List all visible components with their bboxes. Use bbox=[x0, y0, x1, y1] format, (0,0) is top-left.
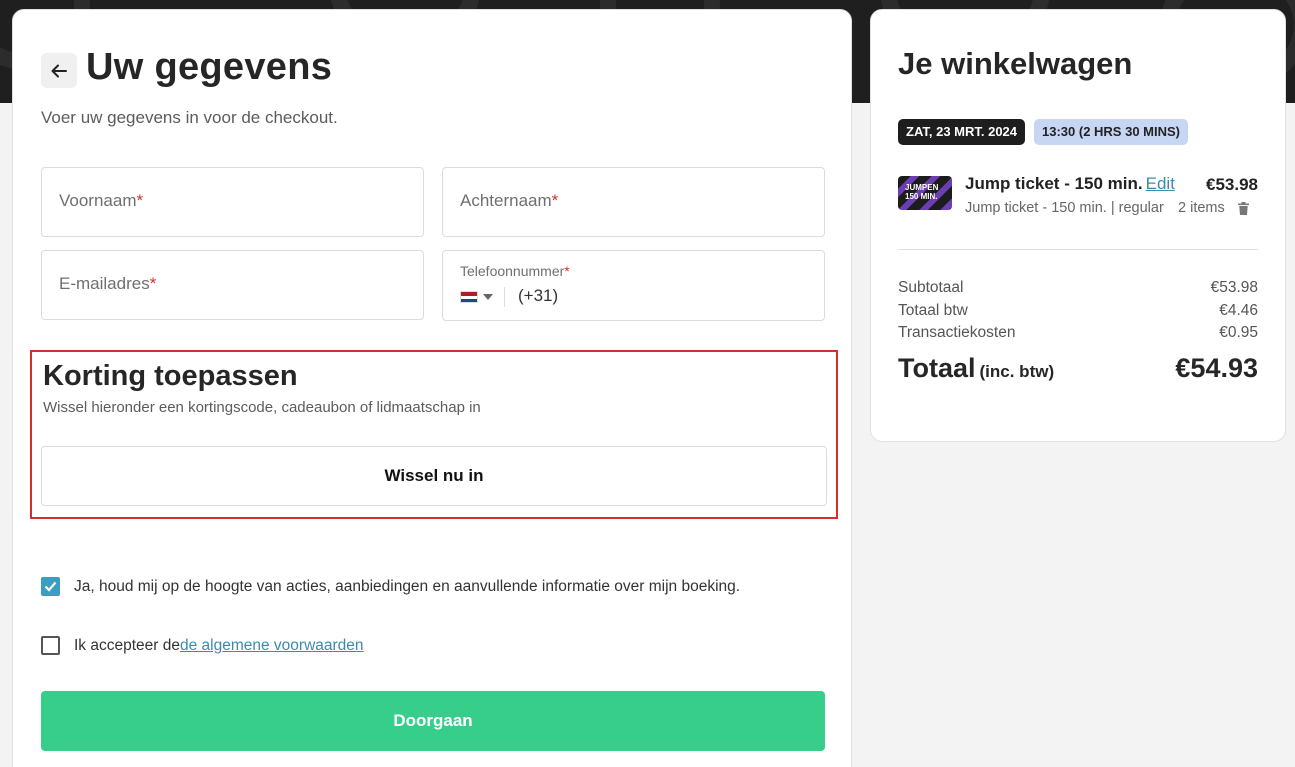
newsletter-text: Ja, houd mij op de hoogte van acties, aa… bbox=[74, 577, 741, 595]
continue-button[interactable]: Doorgaan bbox=[41, 691, 825, 751]
dial-code: (+31) bbox=[518, 286, 559, 305]
caret-down-icon[interactable] bbox=[483, 294, 493, 300]
page-subtitle: Voer uw gegevens in voor de checkout. bbox=[41, 108, 338, 127]
cart-title: Je winkelwagen bbox=[898, 46, 1133, 81]
cart-item-price: €53.98 bbox=[1206, 175, 1258, 194]
remove-item-button[interactable] bbox=[1238, 202, 1249, 220]
details-form-card: Uw gegevens Voer uw gegevens in voor de … bbox=[12, 9, 852, 767]
total-label: Totaal bbox=[898, 353, 976, 383]
page-title: Uw gegevens bbox=[86, 46, 333, 88]
arrow-left-icon bbox=[51, 64, 67, 77]
phone-divider bbox=[504, 287, 505, 307]
newsletter-consent: Ja, houd mij op de hoogte van acties, aa… bbox=[41, 577, 740, 596]
total-value: €54.93 bbox=[1175, 353, 1258, 383]
check-icon bbox=[44, 581, 57, 592]
netherlands-flag-icon[interactable] bbox=[460, 291, 478, 303]
summary-row-vat: Totaal btw €4.46 bbox=[898, 302, 1258, 319]
first-name-label: Voornaam* bbox=[59, 191, 144, 210]
redeem-button[interactable]: Wissel nu in bbox=[41, 446, 827, 506]
phone-field[interactable]: Telefoonnummer* (+31) bbox=[442, 250, 825, 321]
cart-card: Je winkelwagen ZAT, 23 MRT. 2024 13:30 (… bbox=[870, 9, 1286, 442]
summary-row-fees: Transactiekosten €0.95 bbox=[898, 324, 1258, 341]
total-note: (inc. btw) bbox=[979, 362, 1055, 381]
newsletter-checkbox[interactable] bbox=[41, 577, 60, 596]
cart-item-description: Jump ticket - 150 min. | regular bbox=[965, 200, 1164, 216]
summary-row-subtotal: Subtotaal €53.98 bbox=[898, 279, 1258, 296]
terms-text: Ik accepteer dede algemene voorwaarden bbox=[74, 636, 364, 654]
last-name-field[interactable]: Achternaam* bbox=[442, 167, 825, 237]
discount-section: Korting toepassen Wissel hieronder een k… bbox=[30, 350, 838, 519]
ticket-thumbnail: JUMPEN 150 MIN. bbox=[898, 176, 952, 210]
first-name-field[interactable]: Voornaam* bbox=[41, 167, 424, 237]
trash-icon bbox=[1238, 202, 1249, 215]
terms-checkbox[interactable] bbox=[41, 636, 60, 655]
total-row: Totaal (inc. btw) €54.93 bbox=[898, 353, 1258, 384]
discount-title: Korting toepassen bbox=[43, 360, 298, 392]
edit-link[interactable]: Edit bbox=[1146, 174, 1175, 193]
terms-link[interactable]: de algemene voorwaarden bbox=[180, 637, 364, 654]
cart-divider bbox=[898, 249, 1258, 250]
time-badge: 13:30 (2 HRS 30 MINS) bbox=[1034, 119, 1188, 145]
discount-subtitle: Wissel hieronder een kortingscode, cadea… bbox=[43, 399, 481, 416]
cart-item-name: Jump ticket - 150 min. Edit bbox=[965, 174, 1175, 193]
terms-consent: Ik accepteer dede algemene voorwaarden bbox=[41, 636, 364, 655]
cart-item-quantity: 2 items bbox=[1178, 200, 1225, 216]
back-button[interactable] bbox=[41, 53, 77, 88]
last-name-label: Achternaam* bbox=[460, 191, 559, 210]
ticket-thumbnail-text: JUMPEN 150 MIN. bbox=[905, 183, 939, 201]
date-badge: ZAT, 23 MRT. 2024 bbox=[898, 119, 1026, 145]
email-label: E-mailadres* bbox=[59, 274, 157, 293]
email-field[interactable]: E-mailadres* bbox=[41, 250, 424, 320]
phone-label: Telefoonnummer* bbox=[460, 263, 570, 279]
